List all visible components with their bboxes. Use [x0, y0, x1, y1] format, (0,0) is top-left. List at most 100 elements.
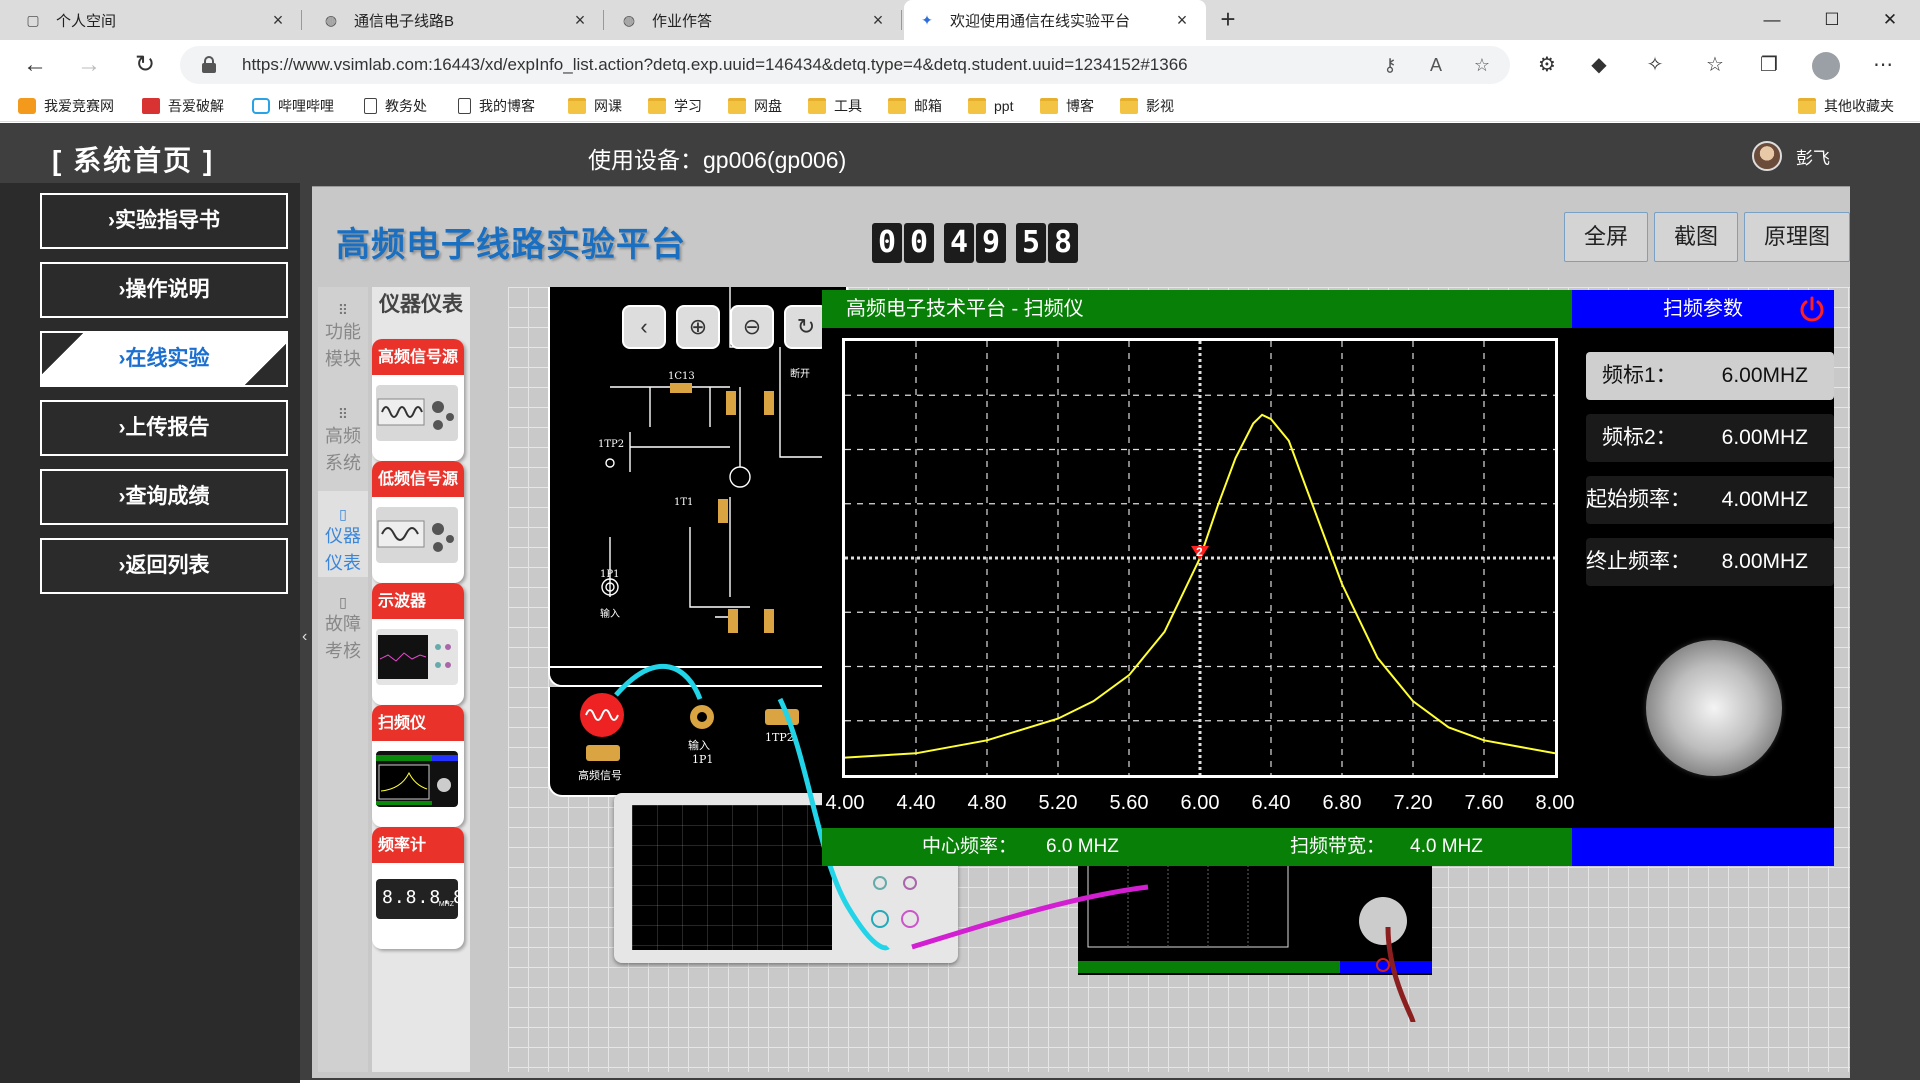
- user-info[interactable]: 彭飞: [1752, 139, 1830, 173]
- instrument-freq-counter[interactable]: 频率计 8.8.8.8 MHZ: [372, 827, 464, 949]
- close-icon[interactable]: ×: [570, 10, 590, 31]
- category-fault-exam[interactable]: ▯ 故障 考核: [318, 593, 368, 665]
- freq-counter-image: 8.8.8.8 MHZ: [376, 879, 464, 919]
- tab-lab-platform[interactable]: ✦ 欢迎使用通信在线实验平台 ×: [904, 0, 1206, 40]
- bookmark-item[interactable]: 哔哩哔哩: [252, 96, 334, 116]
- page-icon: [458, 98, 471, 114]
- bookmark-label: 吾爱破解: [168, 98, 224, 114]
- bandwidth-label: 扫频带宽：: [1290, 836, 1386, 857]
- bookmark-folder[interactable]: 网课: [568, 96, 622, 116]
- nav-online-experiment[interactable]: ›在线实验: [40, 331, 288, 387]
- instrument-lf-signal-source[interactable]: 低频信号源: [372, 461, 464, 583]
- bookmark-item[interactable]: 吾爱破解: [142, 96, 224, 116]
- nav-upload-report[interactable]: ›上传报告: [40, 400, 288, 456]
- extension-icon[interactable]: ⚙: [1532, 50, 1562, 80]
- refresh-icon[interactable]: ↻: [128, 48, 162, 82]
- instrument-panel-heading: 仪器仪表: [379, 293, 463, 316]
- favorite-icon[interactable]: ☆: [1470, 53, 1494, 77]
- fullscreen-button[interactable]: 全屏: [1564, 212, 1648, 262]
- instrument-hf-signal-source[interactable]: 高频信号源: [372, 339, 464, 461]
- close-icon[interactable]: ×: [868, 10, 888, 31]
- param-value: 4.00MHZ: [1721, 488, 1808, 511]
- power-icon[interactable]: [1798, 295, 1826, 323]
- minimize-button[interactable]: —: [1744, 0, 1800, 40]
- games-icon[interactable]: ◆: [1584, 50, 1614, 80]
- tab-personal-space[interactable]: ▢ 个人空间 ×: [10, 0, 302, 40]
- category-hf-system[interactable]: ⠿ 高频 系统: [318, 405, 368, 477]
- bookmark-folder[interactable]: 学习: [648, 96, 702, 116]
- sweep-plot: 2: [842, 338, 1558, 778]
- instrument-label: 低频信号源: [372, 461, 464, 497]
- folder-icon: [888, 98, 906, 114]
- bookmark-folder[interactable]: ppt: [968, 96, 1013, 116]
- timer-digit: 4: [944, 223, 974, 263]
- bookmark-folder[interactable]: 邮箱: [888, 96, 942, 116]
- bookmark-item[interactable]: 我爱竞赛网: [18, 96, 114, 116]
- close-icon[interactable]: ×: [1172, 10, 1192, 31]
- center-freq-label: 中心频率：: [922, 836, 1018, 857]
- bookmark-folder[interactable]: 工具: [808, 96, 862, 116]
- back-icon[interactable]: ←: [18, 48, 52, 82]
- nav-guide[interactable]: ›实验指导书: [40, 193, 288, 249]
- other-bookmarks-folder[interactable]: 其他收藏夹: [1798, 96, 1894, 116]
- bookmark-label: 学习: [674, 98, 702, 114]
- read-aloud-icon[interactable]: A: [1424, 53, 1448, 77]
- x-tick-label: 6.00: [1180, 792, 1220, 814]
- nav-instructions[interactable]: ›操作说明: [40, 262, 288, 318]
- folder-icon: [568, 98, 586, 114]
- profile-icon[interactable]: [1812, 52, 1840, 80]
- adjust-knob[interactable]: [1646, 640, 1782, 776]
- bookmark-folder[interactable]: 影视: [1120, 96, 1174, 116]
- nav-back-to-list[interactable]: ›返回列表: [40, 538, 288, 594]
- tab-homework[interactable]: ◍ 作业作答 ×: [606, 0, 902, 40]
- close-icon[interactable]: ×: [268, 10, 288, 31]
- param-marker1[interactable]: 频标1： 6.00MHZ: [1586, 352, 1834, 400]
- tab-course[interactable]: ◍ 通信电子线路B ×: [308, 0, 604, 40]
- schematic-button[interactable]: 原理图: [1744, 212, 1850, 262]
- address-bar-row: ← → ↻ https://www.vsimlab.com:16443/xd/e…: [0, 40, 1920, 90]
- collapse-sidebar-icon[interactable]: ‹: [302, 628, 307, 646]
- bookmark-item[interactable]: 我的博客: [458, 96, 535, 116]
- category-label: 故障: [325, 614, 361, 634]
- x-tick-label: 8.00: [1535, 792, 1575, 814]
- platform-title: 高频电子线路实验平台: [336, 226, 686, 264]
- param-stop-freq[interactable]: 终止频率： 8.00MHZ: [1586, 538, 1834, 586]
- param-marker2[interactable]: 频标2： 6.00MHZ: [1586, 414, 1834, 462]
- collections-icon[interactable]: ❐: [1754, 50, 1784, 80]
- bookmark-label: 邮箱: [914, 98, 942, 114]
- system-home-title[interactable]: [ 系统首页 ]: [52, 139, 214, 179]
- more-icon[interactable]: ⋯: [1868, 50, 1898, 80]
- close-window-button[interactable]: ✕: [1862, 0, 1918, 40]
- instrument-sweeper[interactable]: 扫频仪: [372, 705, 464, 827]
- category-function-modules[interactable]: ⠿ 功能 模块: [318, 301, 368, 373]
- key-icon[interactable]: ⚷: [1378, 53, 1402, 77]
- param-start-freq[interactable]: 起始频率： 4.00MHZ: [1586, 476, 1834, 524]
- bookmark-item[interactable]: 教务处: [364, 96, 427, 116]
- sweep-analyzer-window[interactable]: 高频电子技术平台 - 扫频仪 扫频参数 2 4.00 4.40 4.80 5.20 5.…: [822, 290, 1834, 866]
- favorites-icon[interactable]: ☆: [1700, 50, 1730, 80]
- instrument-oscilloscope[interactable]: 示波器: [372, 583, 464, 705]
- tab-title: 个人空间: [56, 12, 117, 30]
- url-field[interactable]: https://www.vsimlab.com:16443/xd/expInfo…: [180, 46, 1510, 84]
- url-text[interactable]: https://www.vsimlab.com:16443/xd/expInfo…: [242, 55, 1188, 75]
- bookmark-folder[interactable]: 网盘: [728, 96, 782, 116]
- category-label: 系统: [325, 453, 361, 473]
- logo-icon: [18, 98, 36, 114]
- nav-query-grades[interactable]: ›查询成绩: [40, 469, 288, 525]
- category-instruments[interactable]: ▯ 仪器 仪表: [318, 491, 368, 577]
- puzzle-icon[interactable]: ✧: [1640, 50, 1670, 80]
- category-label: 高频: [325, 426, 361, 446]
- sweep-params-title: 扫频参数: [1663, 298, 1743, 320]
- sweep-chart: 2: [844, 341, 1556, 775]
- maximize-button[interactable]: ☐: [1804, 0, 1860, 40]
- grid-icon: ⠿: [337, 302, 349, 318]
- forward-icon[interactable]: →: [72, 48, 106, 82]
- x-tick-label: 5.60: [1109, 792, 1149, 814]
- x-tick-label: 6.40: [1251, 792, 1291, 814]
- bookmark-folder[interactable]: 博客: [1040, 96, 1094, 116]
- device-icon: ▯: [339, 506, 347, 522]
- new-tab-button[interactable]: +: [1212, 4, 1244, 36]
- screenshot-button[interactable]: 截图: [1654, 212, 1738, 262]
- tv-icon: [252, 98, 270, 114]
- x-tick-label: 5.20: [1038, 792, 1078, 814]
